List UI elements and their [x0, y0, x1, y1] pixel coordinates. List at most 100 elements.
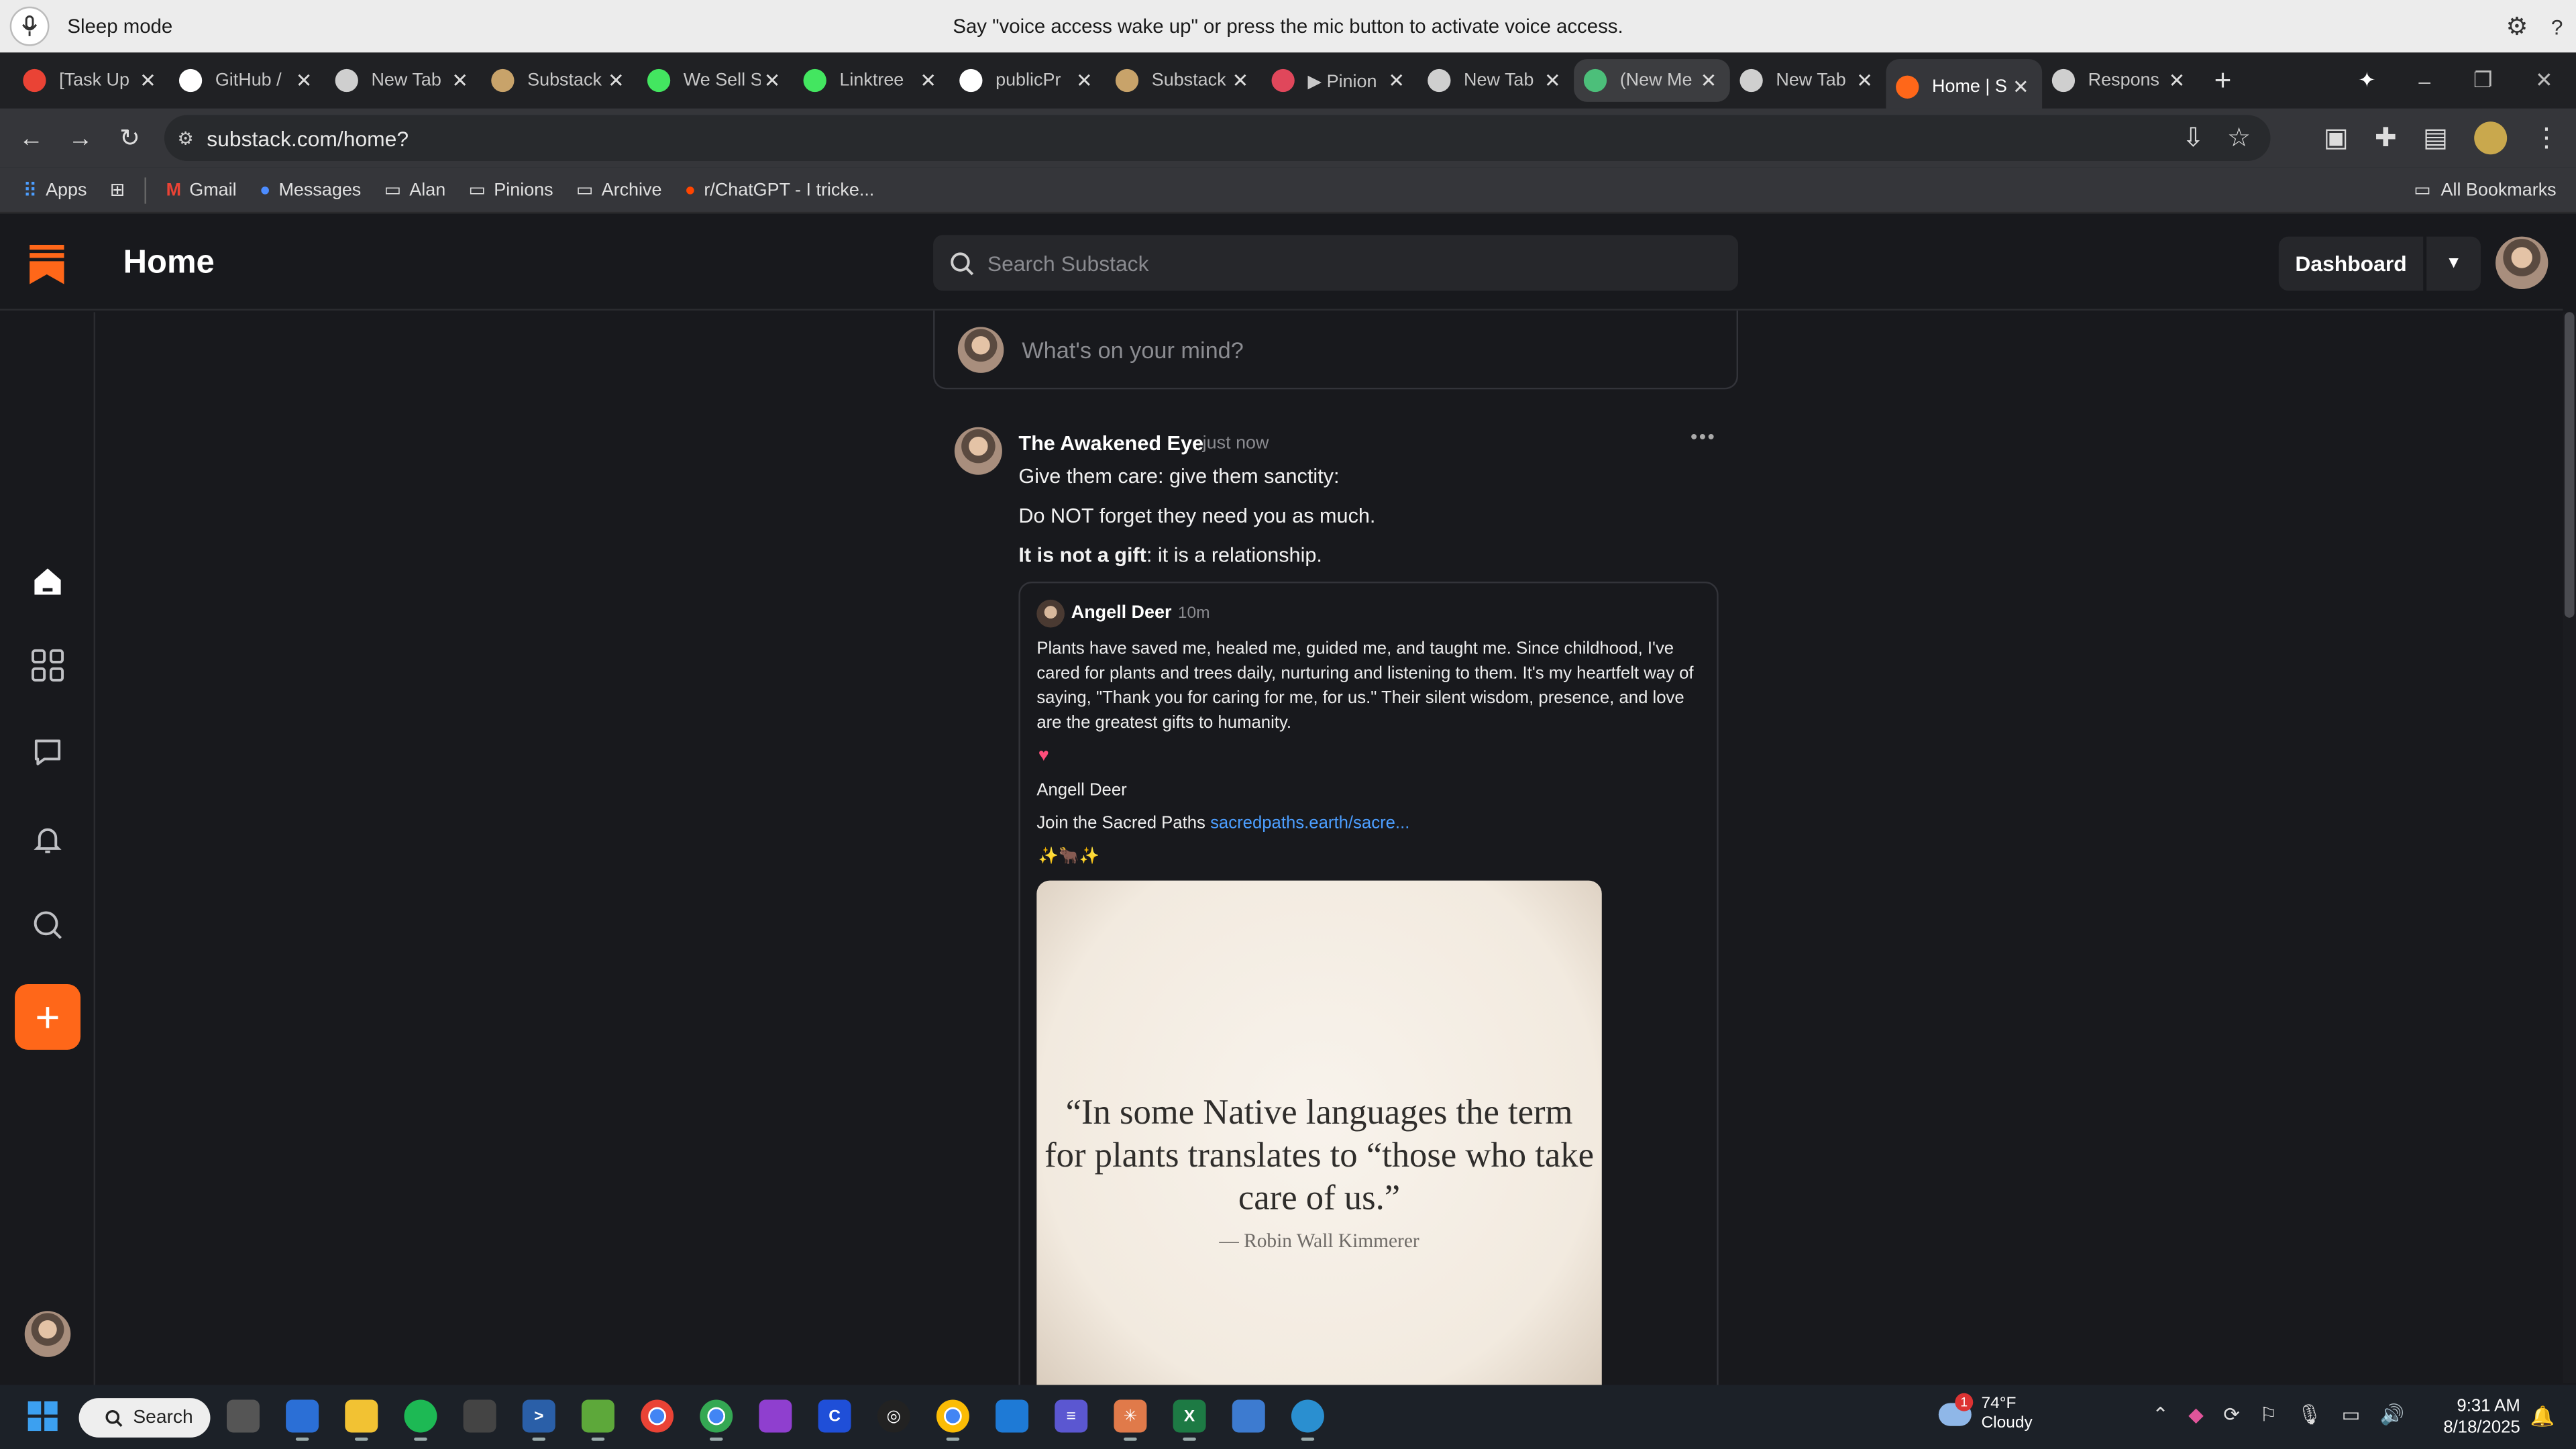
- bookmark-alan[interactable]: ▭ Alan: [384, 179, 446, 201]
- microphone-icon[interactable]: 🎙: [2297, 1403, 2322, 1426]
- chat-icon[interactable]: [30, 735, 66, 771]
- help-icon[interactable]: ?: [2551, 14, 2563, 39]
- minimize-icon[interactable]: –: [2418, 68, 2430, 93]
- notification-bell-icon[interactable]: 🔔: [2530, 1405, 2555, 1428]
- explore-grid-icon[interactable]: [30, 647, 66, 684]
- home-icon[interactable]: [30, 564, 66, 600]
- voice-access-icon[interactable]: [1291, 1399, 1324, 1441]
- snipping-tool-icon[interactable]: [286, 1399, 319, 1441]
- notepad-icon[interactable]: [581, 1399, 614, 1441]
- task-view-icon[interactable]: [226, 1399, 260, 1433]
- chevron-down-icon[interactable]: ▼: [2426, 236, 2481, 291]
- browser-tab[interactable]: [Task Up ✕: [13, 59, 170, 102]
- chrome-icon[interactable]: [700, 1399, 733, 1441]
- bookmark-gmail[interactable]: M Gmail: [166, 180, 237, 199]
- affinity-icon[interactable]: [759, 1399, 792, 1433]
- url-text[interactable]: substack.com/home?: [207, 125, 409, 150]
- bookmark-archive[interactable]: ▭ Archive: [576, 179, 662, 201]
- volume-icon[interactable]: 🔊: [2380, 1403, 2405, 1426]
- more-options-icon[interactable]: •••: [1690, 425, 1716, 448]
- bookmark-messages[interactable]: ● Messages: [260, 180, 361, 199]
- post-author[interactable]: The Awakened Eye: [1018, 432, 1203, 455]
- chrome-icon[interactable]: [641, 1399, 674, 1433]
- browser-tab[interactable]: Substack ✕: [1106, 59, 1262, 102]
- photos-icon[interactable]: [1232, 1399, 1265, 1433]
- bookmark-star-icon[interactable]: ☆: [2227, 121, 2251, 154]
- browser-tab[interactable]: Substack ✕: [482, 59, 638, 102]
- search-icon[interactable]: [30, 907, 66, 943]
- scrollbar-thumb[interactable]: [2564, 312, 2575, 618]
- notes-app-icon[interactable]: ≡: [1055, 1399, 1088, 1433]
- quote-image[interactable]: “In some Native languages the term for p…: [1036, 880, 1602, 1407]
- browser-tab[interactable]: New Tab ✕: [1730, 59, 1886, 102]
- site-info-icon[interactable]: ⚙: [177, 127, 193, 148]
- install-app-icon[interactable]: ⇩: [2182, 121, 2204, 154]
- extension-icon[interactable]: ▣: [2324, 121, 2349, 154]
- close-tab-icon[interactable]: ✕: [917, 69, 940, 92]
- close-tab-icon[interactable]: ✕: [136, 69, 159, 92]
- reload-button[interactable]: ↻: [105, 113, 154, 162]
- quoted-note[interactable]: Angell Deer 10m Plants have saved me, he…: [1018, 581, 1719, 1407]
- chrome-icon[interactable]: [936, 1399, 969, 1441]
- spotify-icon[interactable]: [404, 1399, 437, 1441]
- bookmark-reddit[interactable]: ● r/ChatGPT - I tricke...: [685, 180, 875, 199]
- browser-tab[interactable]: Linktree ✕: [794, 59, 950, 102]
- address-bar[interactable]: ⚙ substack.com/home? ⇩ ☆: [164, 115, 2271, 162]
- back-button[interactable]: ←: [7, 113, 56, 162]
- dashboard-button[interactable]: Dashboard: [2278, 236, 2424, 291]
- tab-groups-icon[interactable]: ⊞: [110, 179, 125, 200]
- close-tab-icon[interactable]: ✕: [292, 69, 315, 92]
- chatgpt-icon[interactable]: ◎: [877, 1399, 910, 1433]
- taskbar-search[interactable]: Search: [78, 1398, 211, 1438]
- new-tab-button[interactable]: +: [2205, 63, 2241, 97]
- search-input[interactable]: Search Substack: [933, 235, 1739, 291]
- scrollbar[interactable]: [2563, 312, 2576, 1384]
- browser-tab[interactable]: Respons ✕: [2042, 59, 2198, 102]
- powershell-icon[interactable]: >: [522, 1399, 555, 1441]
- avatar[interactable]: [954, 427, 1002, 475]
- mic-button[interactable]: [9, 6, 50, 46]
- close-tab-icon[interactable]: ✕: [761, 69, 784, 92]
- restore-icon[interactable]: ❐: [2473, 67, 2493, 93]
- gear-icon[interactable]: ⚙: [2506, 11, 2528, 42]
- close-tab-icon[interactable]: ✕: [1073, 69, 1095, 92]
- browser-tab[interactable]: New Tab ✕: [1417, 59, 1574, 102]
- windows-start-icon[interactable]: [28, 1401, 58, 1432]
- puzzle-icon[interactable]: ✚: [2375, 121, 2397, 154]
- menu-icon[interactable]: ⋮: [2533, 121, 2559, 154]
- side-panel-icon[interactable]: ▤: [2423, 121, 2448, 154]
- browser-tab[interactable]: We Sell S ✕: [637, 59, 794, 102]
- all-bookmarks[interactable]: ▭ All Bookmarks: [2414, 179, 2556, 201]
- post-composer[interactable]: What's on your mind?: [933, 310, 1739, 390]
- browser-tab[interactable]: GitHub / ✕: [169, 59, 325, 102]
- weather-widget[interactable]: 1 74°F Cloudy: [1938, 1393, 2033, 1434]
- close-tab-icon[interactable]: ✕: [2009, 76, 2032, 99]
- browser-tab[interactable]: Home | S ✕: [1886, 59, 2043, 115]
- clock[interactable]: 9:31 AM 8/18/2025: [2438, 1397, 2520, 1440]
- browser-tab[interactable]: ▶ Pinion ✕: [1262, 59, 1418, 102]
- chevron-up-icon[interactable]: ⌃: [2152, 1403, 2169, 1426]
- file-explorer-icon[interactable]: [345, 1399, 378, 1441]
- sonos-icon[interactable]: [463, 1399, 496, 1433]
- user-avatar[interactable]: [2496, 236, 2548, 290]
- bookmark-apps[interactable]: ⠿ Apps: [23, 178, 87, 201]
- close-tab-icon[interactable]: ✕: [1541, 69, 1564, 92]
- excel-icon[interactable]: X: [1173, 1399, 1206, 1441]
- bell-icon[interactable]: [30, 822, 66, 858]
- browser-tab[interactable]: New Tab ✕: [325, 59, 482, 102]
- network-icon[interactable]: ▭: [2342, 1403, 2361, 1426]
- profile-avatar[interactable]: [2474, 121, 2508, 155]
- close-tab-icon[interactable]: ✕: [1853, 69, 1876, 92]
- compose-button[interactable]: +: [15, 983, 81, 1050]
- bookmark-pinions[interactable]: ▭ Pinions: [469, 179, 553, 201]
- close-tab-icon[interactable]: ✕: [1229, 69, 1252, 92]
- forward-button[interactable]: →: [56, 113, 105, 162]
- browser-tab[interactable]: (New Me ✕: [1574, 59, 1730, 102]
- close-tab-icon[interactable]: ✕: [1697, 69, 1720, 92]
- flag-icon[interactable]: ⚐: [2259, 1403, 2277, 1426]
- user-avatar[interactable]: [24, 1311, 71, 1357]
- substack-logo-icon[interactable]: [30, 244, 64, 284]
- copilot-icon[interactable]: ◆: [2188, 1403, 2204, 1426]
- sync-icon[interactable]: ⟳: [2223, 1403, 2240, 1426]
- browser-tab[interactable]: publicPr ✕: [950, 59, 1106, 102]
